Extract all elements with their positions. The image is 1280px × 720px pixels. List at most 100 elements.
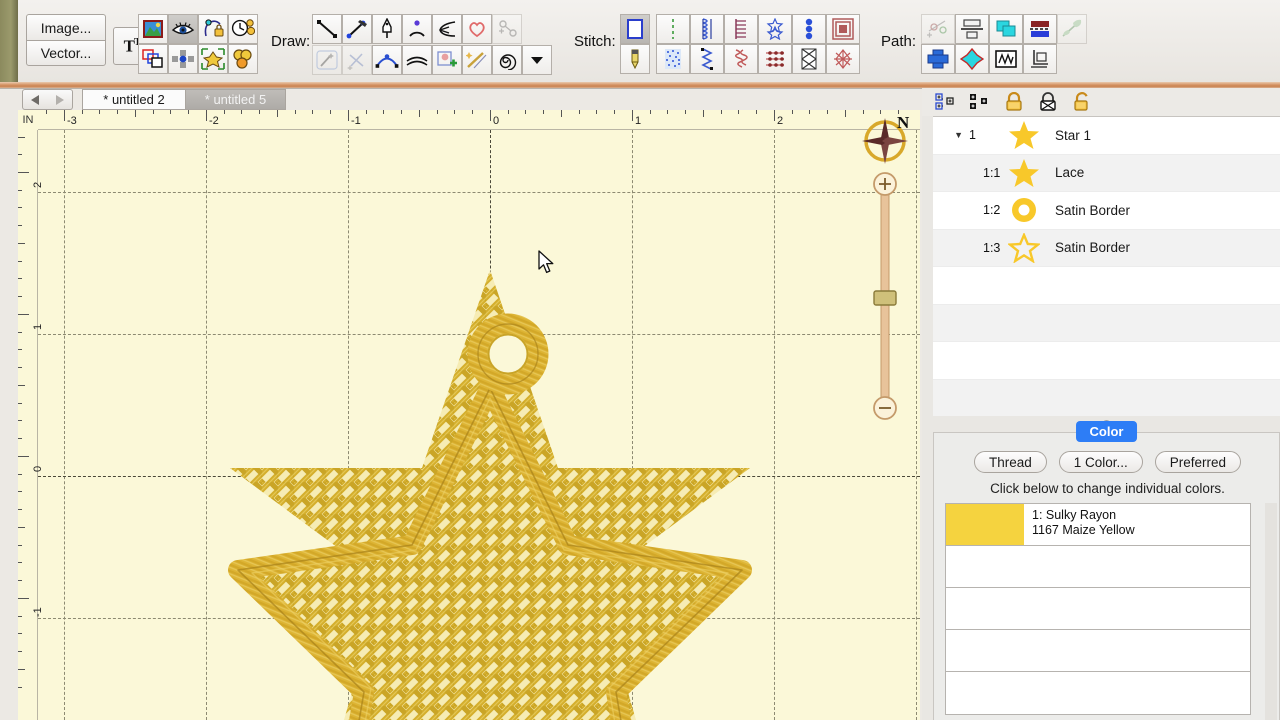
color-row-4[interactable] bbox=[946, 630, 1250, 672]
subtract-shapes-icon[interactable] bbox=[1023, 14, 1057, 44]
app-window: Image... Vector... TT bbox=[0, 0, 1280, 720]
double-curve-icon[interactable] bbox=[402, 45, 432, 75]
design-canvas[interactable] bbox=[38, 130, 920, 720]
preferred-button[interactable]: Preferred bbox=[1154, 451, 1242, 473]
image-artwork-icon[interactable] bbox=[138, 14, 168, 44]
dot-stitch-icon[interactable] bbox=[792, 14, 826, 44]
color-row-2[interactable] bbox=[946, 546, 1250, 588]
ruler-tick-label: -2 bbox=[209, 115, 219, 127]
path-section-label: Path: bbox=[881, 33, 917, 50]
horizontal-ruler[interactable]: -3 -2 -1 0 1 2 bbox=[18, 110, 920, 130]
union-shapes-icon[interactable] bbox=[921, 44, 955, 74]
line-tool-icon[interactable] bbox=[312, 14, 342, 44]
layer-name: Lace bbox=[1055, 165, 1085, 181]
candlewick-stitch-icon[interactable] bbox=[758, 44, 792, 74]
running-stitch-icon[interactable] bbox=[656, 14, 690, 44]
lock-disabled-icon[interactable] bbox=[1036, 91, 1060, 113]
crop-boundary-icon[interactable] bbox=[1023, 44, 1057, 74]
import-button-group: Image... Vector... bbox=[26, 14, 106, 66]
layer-list[interactable]: ▼ 1 Star 1 1:1 Lace 1:2 Satin Border 1:3… bbox=[933, 116, 1280, 416]
transform-fit-icon[interactable] bbox=[198, 44, 228, 74]
color-row-1[interactable]: 1: Sulky Rayon 1167 Maize Yellow bbox=[946, 504, 1250, 546]
blanket-stitch-icon[interactable] bbox=[724, 14, 758, 44]
right-side-panel: ▼ 1 Star 1 1:1 Lace 1:2 Satin Border 1:3… bbox=[922, 88, 1280, 720]
zoom-slider[interactable] bbox=[872, 166, 898, 426]
layer-index: 1:3 bbox=[983, 240, 1001, 255]
spline-curve-icon[interactable] bbox=[372, 45, 402, 75]
tab-untitled-2[interactable]: * untitled 2 bbox=[82, 89, 186, 110]
concentric-fill-icon[interactable] bbox=[826, 14, 860, 44]
merge-objects-icon[interactable] bbox=[228, 44, 258, 74]
expand-all-icon[interactable] bbox=[934, 91, 958, 113]
star-motif-icon[interactable] bbox=[758, 14, 792, 44]
layer-row-satin-border-1[interactable]: 1:2 Satin Border bbox=[933, 192, 1280, 230]
disclosure-triangle-icon[interactable]: ▼ bbox=[933, 130, 963, 140]
zigzag-path-icon[interactable] bbox=[989, 44, 1023, 74]
spiral-tool-icon[interactable] bbox=[492, 45, 522, 75]
lattice-fill-icon[interactable] bbox=[792, 44, 826, 74]
move-node-icon[interactable] bbox=[168, 44, 198, 74]
path-tools-group2 bbox=[989, 14, 1057, 74]
motif-fill-icon[interactable] bbox=[826, 44, 860, 74]
layer-thumbnail-star bbox=[1003, 120, 1045, 150]
color-list[interactable]: 1: Sulky Rayon 1167 Maize Yellow bbox=[945, 503, 1251, 715]
connect-points-icon[interactable] bbox=[492, 14, 522, 44]
image-button[interactable]: Image... bbox=[26, 14, 106, 40]
satin-column-icon[interactable] bbox=[690, 14, 724, 44]
color-tab[interactable]: Color bbox=[1075, 421, 1138, 442]
thread-button[interactable]: Thread bbox=[973, 451, 1047, 473]
layer-row-satin-border-2[interactable]: 1:3 Satin Border bbox=[933, 229, 1280, 267]
pencil-effect-icon[interactable] bbox=[462, 45, 492, 75]
add-shape-icon[interactable] bbox=[432, 45, 462, 75]
vector-button[interactable]: Vector... bbox=[26, 40, 106, 66]
collapse-all-icon[interactable] bbox=[968, 91, 992, 113]
arc-tool-icon[interactable] bbox=[402, 14, 432, 44]
color-swatch[interactable] bbox=[946, 504, 1024, 545]
vertical-ruler[interactable]: 2 1 0 -1 bbox=[18, 110, 44, 720]
pen-freehand-icon[interactable] bbox=[342, 14, 372, 44]
curve-tool-icon[interactable] bbox=[432, 14, 462, 44]
squiggle-stitch-icon[interactable] bbox=[724, 44, 758, 74]
main-toolbar: Image... Vector... TT bbox=[18, 0, 1280, 82]
path-tools-group3 bbox=[1057, 14, 1087, 44]
tab-next-button[interactable] bbox=[47, 89, 73, 110]
tab-prev-button[interactable] bbox=[22, 89, 48, 110]
stipple-fill-icon[interactable] bbox=[656, 44, 690, 74]
break-path-icon[interactable] bbox=[921, 14, 955, 44]
ruler-tick-label: -1 bbox=[351, 115, 361, 127]
design-canvas-area[interactable]: -3 -2 -1 0 1 2 2 1 0 -1 IN N bbox=[18, 110, 920, 720]
ruler-unit-label[interactable]: IN bbox=[18, 110, 38, 130]
history-clock-icon[interactable] bbox=[228, 14, 258, 44]
more-draw-tools-icon[interactable] bbox=[522, 45, 552, 75]
compass-rose[interactable]: N bbox=[860, 114, 912, 166]
layer-row-star-1[interactable]: ▼ 1 Star 1 bbox=[933, 117, 1280, 155]
draw-tools-row2 bbox=[312, 45, 552, 75]
layer-row-lace[interactable]: 1:1 Lace bbox=[933, 154, 1280, 192]
pencil-stitch-icon[interactable] bbox=[620, 44, 650, 74]
arrange-shapes-icon[interactable] bbox=[138, 44, 168, 74]
layer-thumbnail-star-outline bbox=[1003, 232, 1045, 263]
align-objects-icon[interactable] bbox=[955, 14, 989, 44]
lock-path-icon[interactable] bbox=[198, 14, 228, 44]
color-row-3[interactable] bbox=[946, 588, 1250, 630]
eye-visibility-icon[interactable] bbox=[168, 14, 198, 44]
intersect-shapes-icon[interactable] bbox=[955, 44, 989, 74]
closed-shape-icon[interactable] bbox=[462, 14, 492, 44]
lock-closed-icon[interactable] bbox=[1002, 91, 1026, 113]
layer-index: 1:1 bbox=[983, 165, 1001, 180]
lock-open-icon[interactable] bbox=[1070, 91, 1094, 113]
zigzag-stitch-icon[interactable] bbox=[690, 44, 724, 74]
branch-trim-icon[interactable] bbox=[1057, 14, 1087, 44]
color-row-5[interactable] bbox=[946, 672, 1250, 714]
ruler-tick-label: 2 bbox=[777, 115, 784, 127]
front-back-order-icon[interactable] bbox=[989, 14, 1023, 44]
fill-region-icon[interactable] bbox=[620, 14, 650, 44]
ruler-tick-label: 0 bbox=[32, 465, 44, 472]
tab-untitled-5[interactable]: * untitled 5 bbox=[186, 89, 286, 110]
color-count-button[interactable]: 1 Color... bbox=[1058, 451, 1143, 473]
magic-wand-icon[interactable] bbox=[312, 45, 342, 75]
bezier-pen-icon[interactable] bbox=[372, 14, 402, 44]
star-embroidery-design[interactable] bbox=[38, 130, 920, 720]
magic-wand-subtract-icon[interactable] bbox=[342, 45, 372, 75]
color-list-scrollbar[interactable] bbox=[1265, 503, 1277, 720]
